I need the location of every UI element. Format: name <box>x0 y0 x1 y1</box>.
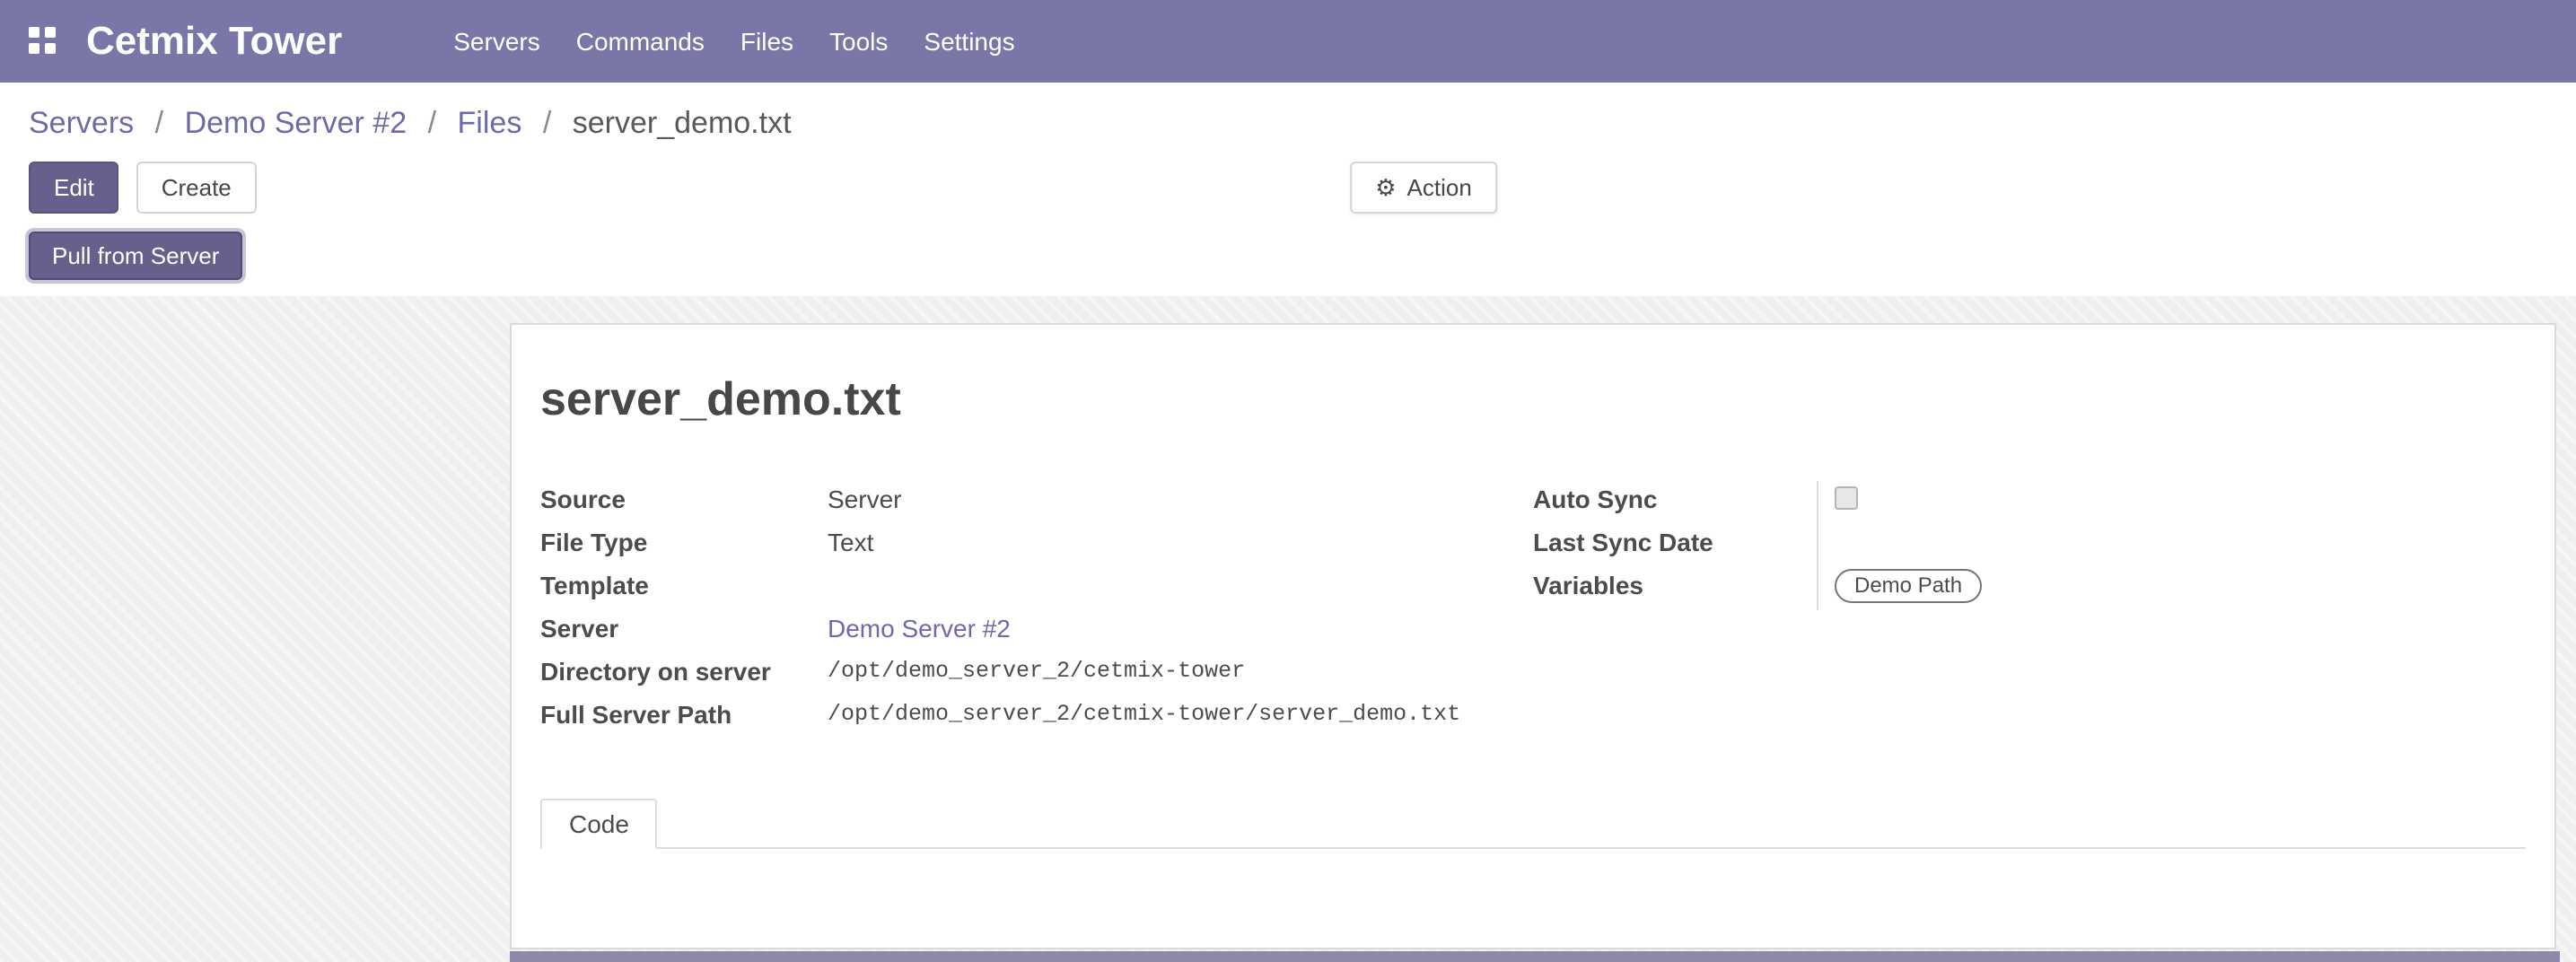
fields-right-column: Auto Sync Last Sync Date Variables Demo … <box>1533 481 2526 739</box>
field-label: Last Sync Date <box>1533 524 1817 556</box>
code-editor-top-edge <box>510 951 2560 962</box>
field-server: Server Demo Server #2 <box>540 610 1533 653</box>
field-label: Auto Sync <box>1533 481 1817 513</box>
breadcrumb-separator: / <box>428 106 436 140</box>
app-window: Cetmix Tower Servers Commands Files Tool… <box>0 0 2576 962</box>
field-label: Server <box>540 610 828 643</box>
field-auto-sync: Auto Sync <box>1533 481 2526 524</box>
menu-item-files[interactable]: Files <box>723 0 811 83</box>
field-label: Directory on server <box>540 653 828 686</box>
menu-item-tools[interactable]: Tools <box>811 0 906 83</box>
breadcrumb-separator: / <box>155 106 163 140</box>
breadcrumb: Servers / Demo Server #2 / Files / serve… <box>0 83 2576 151</box>
breadcrumb-link-servers[interactable]: Servers <box>29 106 134 140</box>
breadcrumb-link-files[interactable]: Files <box>458 106 522 140</box>
create-button[interactable]: Create <box>136 162 257 214</box>
breadcrumb-link-demo-server[interactable]: Demo Server #2 <box>185 106 407 140</box>
content-area: server_demo.txt Source Server File Type … <box>0 296 2576 962</box>
edit-button[interactable]: Edit <box>29 162 119 214</box>
top-navbar: Cetmix Tower Servers Commands Files Tool… <box>0 0 2576 83</box>
field-value: /opt/demo_server_2/cetmix-tower/server_d… <box>828 696 1460 727</box>
field-label: Full Server Path <box>540 696 828 729</box>
field-variables: Variables Demo Path <box>1533 567 2526 610</box>
field-last-sync-date: Last Sync Date <box>1533 524 2526 567</box>
menu-item-commands[interactable]: Commands <box>558 0 723 83</box>
menu-item-settings[interactable]: Settings <box>906 0 1032 83</box>
tab-code[interactable]: Code <box>540 799 658 849</box>
brand-title[interactable]: Cetmix Tower <box>86 18 342 65</box>
control-panel: Edit Create ⚙ Action <box>0 151 2576 223</box>
field-group: Source Server File Type Text Template Se… <box>540 481 2526 739</box>
object-buttons-row: Pull from Server <box>0 223 2576 280</box>
field-file-type: File Type Text <box>540 524 1533 567</box>
form-sheet: server_demo.txt Source Server File Type … <box>510 323 2556 949</box>
breadcrumb-current: server_demo.txt <box>573 106 792 140</box>
variable-tag: Demo Path <box>1835 569 1982 603</box>
server-link[interactable]: Demo Server #2 <box>828 610 1011 643</box>
record-title: server_demo.txt <box>540 372 2526 427</box>
field-full-server-path: Full Server Path /opt/demo_server_2/cetm… <box>540 696 1533 739</box>
widget-cell <box>1817 481 2526 524</box>
gear-icon: ⚙ <box>1375 176 1396 199</box>
menu-item-servers[interactable]: Servers <box>435 0 557 83</box>
widget-cell: Demo Path <box>1817 567 2526 610</box>
field-label: File Type <box>540 524 828 556</box>
notebook-tabs: Code <box>540 799 2526 849</box>
widget-cell <box>1817 524 2526 567</box>
field-label: Source <box>540 481 828 513</box>
apps-grid-icon[interactable] <box>29 27 57 56</box>
field-value: /opt/demo_server_2/cetmix-tower <box>828 653 1245 684</box>
field-label: Variables <box>1533 567 1817 599</box>
breadcrumb-separator: / <box>543 106 551 140</box>
field-value: Server <box>828 481 901 513</box>
field-source: Source Server <box>540 481 1533 524</box>
main-menu: Servers Commands Files Tools Settings <box>435 0 1032 83</box>
field-directory-on-server: Directory on server /opt/demo_server_2/c… <box>540 653 1533 696</box>
field-label: Template <box>540 567 828 599</box>
fields-left-column: Source Server File Type Text Template Se… <box>540 481 1533 739</box>
field-template: Template <box>540 567 1533 610</box>
action-button-label: Action <box>1407 174 1472 201</box>
pull-from-server-button[interactable]: Pull from Server <box>29 232 242 280</box>
action-dropdown-button[interactable]: ⚙ Action <box>1350 162 1497 214</box>
field-value: Text <box>828 524 873 556</box>
auto-sync-checkbox <box>1835 486 1858 510</box>
